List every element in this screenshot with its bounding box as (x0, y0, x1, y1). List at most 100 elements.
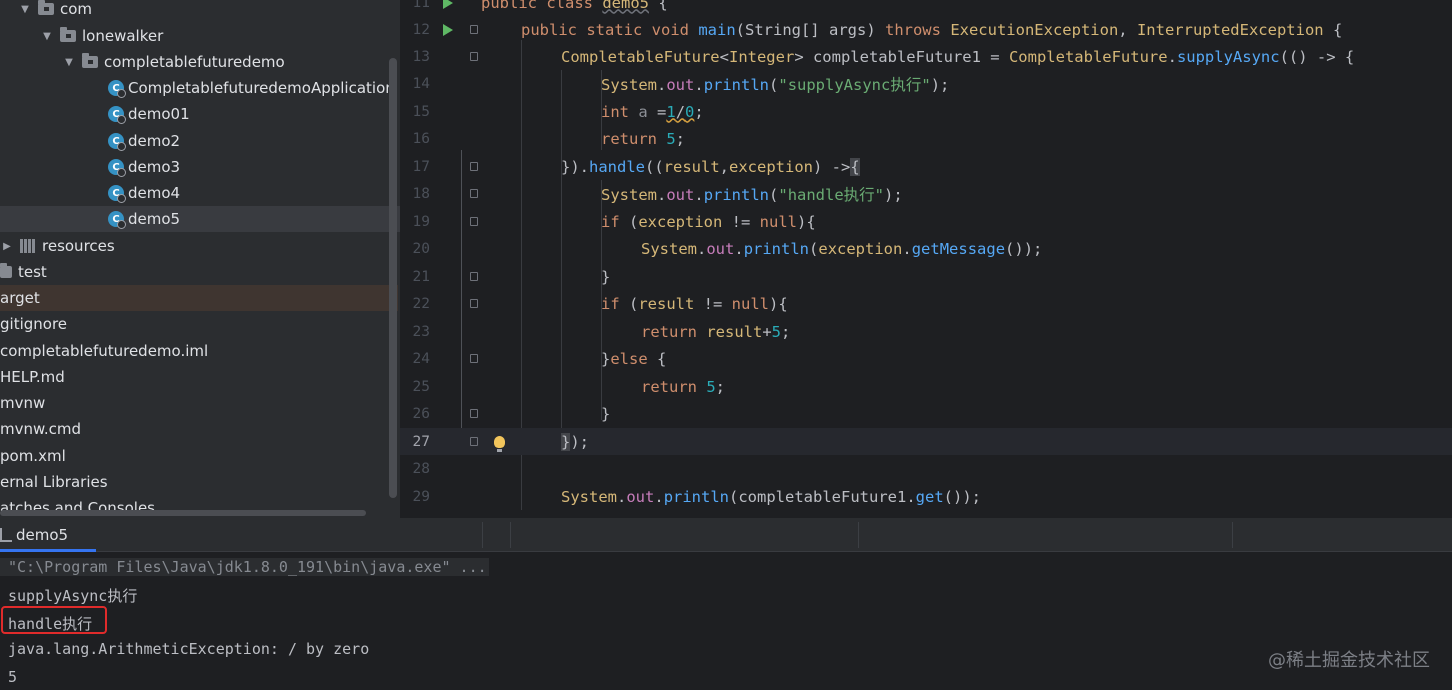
code-text: CompletableFuture<Integer> completableFu… (561, 47, 1355, 66)
tree-item-lonewalker[interactable]: ▼ lonewalker (0, 23, 400, 49)
code-editor[interactable]: 11 public class demo5 { 12 public static… (400, 0, 1452, 518)
tree-item-external-libraries[interactable]: ernal Libraries (0, 469, 400, 495)
gutter-fold[interactable] (466, 345, 482, 372)
fold-icon[interactable] (470, 162, 478, 171)
tab-separator (858, 522, 859, 548)
tab-separator (1232, 522, 1233, 548)
gutter-run[interactable] (440, 0, 456, 16)
gutter-fold[interactable] (466, 208, 482, 235)
tree-item-label: CompletablefuturedemoApplication (128, 79, 395, 97)
code-line-13[interactable]: 13 CompletableFuture<Integer> completabl… (400, 43, 1452, 70)
code-line-11[interactable]: 11 public class demo5 { (400, 0, 1452, 16)
gutter-fold[interactable] (466, 43, 482, 70)
line-number: 21 (412, 268, 430, 285)
console-command-line[interactable]: "C:\Program Files\Java\jdk1.8.0_191\bin\… (0, 558, 489, 576)
gutter-fold[interactable] (466, 290, 482, 317)
gutter-fold[interactable] (466, 428, 482, 455)
fold-icon[interactable] (470, 299, 478, 308)
code-line-14[interactable]: 14 System.out.println("supplyAsync执行"); (400, 70, 1452, 97)
resources-folder-icon (20, 239, 36, 253)
code-line-28[interactable]: 28 (400, 455, 1452, 482)
chevron-down-icon[interactable]: ▼ (40, 29, 54, 43)
line-number: 27 (412, 433, 430, 450)
gutter-fold[interactable] (466, 400, 482, 427)
code-line-23[interactable]: 23 return result+5; (400, 318, 1452, 345)
code-line-22[interactable]: 22 if (result != null){ (400, 290, 1452, 317)
code-text: public class demo5 { (481, 0, 668, 12)
tree-item-mvnw[interactable]: mvnw (0, 390, 400, 416)
fold-icon[interactable] (470, 272, 478, 281)
line-number: 17 (412, 158, 430, 175)
code-line-21[interactable]: 21 } (400, 263, 1452, 290)
tree-item-mvnw-cmd[interactable]: mvnw.cmd (0, 416, 400, 442)
tree-item-label: HELP.md (0, 368, 65, 386)
fold-icon[interactable] (470, 437, 478, 446)
tree-item-demo2[interactable]: C demo2 (0, 128, 400, 154)
line-number: 13 (412, 48, 430, 65)
line-number: 24 (412, 350, 430, 367)
fold-icon[interactable] (470, 354, 478, 363)
tree-item-demo4[interactable]: C demo4 (0, 180, 400, 206)
lightbulb-icon[interactable] (492, 428, 506, 455)
tree-item-completablefuturedemo[interactable]: ▼ completablefuturedemo (0, 49, 400, 75)
code-line-18[interactable]: 18 System.out.println("handle执行"); (400, 180, 1452, 207)
tree-item-target[interactable]: arget (0, 285, 398, 311)
code-line-16[interactable]: 16 return 5; (400, 125, 1452, 152)
gutter-run[interactable] (440, 16, 456, 43)
chevron-down-icon[interactable]: ▼ (62, 55, 76, 69)
code-line-27[interactable]: 27 }); (400, 428, 1452, 455)
code-line-12[interactable]: 12 public static void main(String[] args… (400, 16, 1452, 43)
code-text: return result+5; (641, 322, 791, 341)
project-horizontal-scrollbar[interactable] (0, 510, 366, 516)
project-vertical-scrollbar[interactable] (389, 58, 397, 498)
code-line-25[interactable]: 25 return 5; (400, 373, 1452, 400)
package-folder-icon (38, 0, 54, 15)
line-number: 15 (412, 103, 430, 120)
tree-item-demo3[interactable]: C demo3 (0, 154, 400, 180)
tree-item-label: demo2 (128, 132, 181, 150)
code-line-15[interactable]: 15 int a =1/0; (400, 98, 1452, 125)
code-text: }).handle((result,exception) ->{ (561, 157, 860, 176)
fold-icon[interactable] (470, 217, 478, 226)
tree-item-help-md[interactable]: HELP.md (0, 364, 400, 390)
tree-item-demo5[interactable]: C demo5 (0, 206, 400, 232)
gutter-fold[interactable] (466, 153, 482, 180)
line-number: 18 (412, 185, 430, 202)
gutter-fold[interactable] (466, 180, 482, 207)
run-gutter-icon[interactable] (443, 0, 453, 9)
run-tab-demo5[interactable]: demo5 (0, 518, 96, 552)
line-number: 22 (412, 295, 430, 312)
code-line-20[interactable]: 20 System.out.println(exception.getMessa… (400, 235, 1452, 262)
code-line-29[interactable]: 29 System.out.println(completableFuture1… (400, 483, 1452, 510)
code-line-17[interactable]: 17 }).handle((result,exception) ->{ (400, 153, 1452, 180)
fold-icon[interactable] (470, 189, 478, 198)
run-gutter-icon[interactable] (443, 23, 453, 36)
code-line-26[interactable]: 26 } (400, 400, 1452, 427)
tree-item-iml[interactable]: completablefuturedemo.iml (0, 338, 400, 364)
active-tab-indicator (0, 549, 96, 552)
tree-item-pom-xml[interactable]: pom.xml (0, 443, 400, 469)
console-output-line: java.lang.ArithmeticException: / by zero (8, 640, 370, 658)
tree-item-demo01[interactable]: C demo01 (0, 101, 400, 127)
chevron-right-icon[interactable]: ▶ (0, 239, 14, 253)
fold-icon[interactable] (470, 409, 478, 418)
fold-icon[interactable] (470, 52, 478, 61)
console-output-line: supplyAsync执行 (8, 587, 138, 605)
gutter-fold[interactable] (466, 263, 482, 290)
chevron-down-icon[interactable]: ▼ (18, 2, 32, 16)
line-number: 16 (412, 130, 430, 147)
line-number: 14 (412, 75, 430, 92)
line-number: 12 (412, 21, 430, 38)
code-line-24[interactable]: 24 }else { (400, 345, 1452, 372)
code-line-19[interactable]: 19 if (exception != null){ (400, 208, 1452, 235)
code-text: System.out.println(exception.getMessage(… (641, 239, 1043, 258)
fold-icon[interactable] (470, 25, 478, 34)
tree-item-test[interactable]: test (0, 259, 400, 285)
tree-item-label: demo01 (128, 105, 190, 123)
tree-item-completablefuturedemoapplication[interactable]: C CompletablefuturedemoApplication (0, 75, 400, 101)
gutter-fold[interactable] (466, 16, 482, 43)
tree-item-gitignore[interactable]: gitignore (0, 311, 400, 337)
console-icon (0, 528, 12, 542)
tree-item-com[interactable]: ▼ com (0, 0, 400, 22)
tree-item-resources[interactable]: ▶ resources (0, 233, 400, 259)
